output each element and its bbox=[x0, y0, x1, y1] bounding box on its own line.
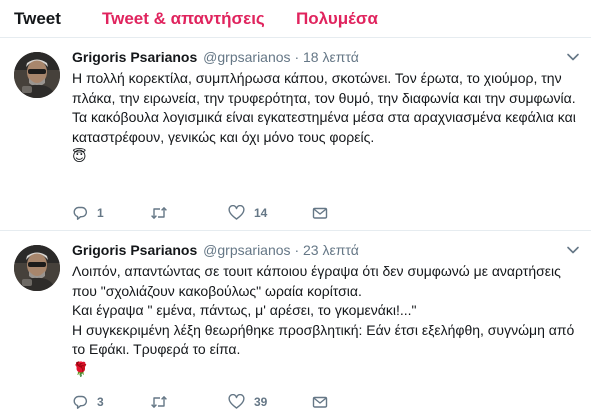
tab-tweets-and-replies[interactable]: Tweet & απαντήσεις bbox=[88, 9, 282, 29]
tweet-timestamp[interactable]: 18 λεπτά bbox=[303, 49, 359, 65]
tab-media[interactable]: Πολυμέσα bbox=[282, 9, 378, 29]
like-count: 39 bbox=[254, 395, 268, 409]
like-button[interactable]: 14 bbox=[228, 205, 312, 221]
smiling-face-with-halo-emoji: 😇 bbox=[72, 148, 87, 164]
tweet-paragraph: Λοιπόν, απαντώντας σε τουιτ κάποιου έγρα… bbox=[72, 263, 561, 299]
heart-icon bbox=[228, 394, 245, 409]
author-handle[interactable]: @grpsarianos bbox=[203, 49, 290, 65]
tweet-actions: 3 39 bbox=[72, 394, 390, 410]
avatar[interactable] bbox=[14, 52, 60, 98]
tweet-header: Grigoris Psarianos @grpsarianos · 18 λεπ… bbox=[72, 48, 580, 66]
tweet-paragraph: Η συγκεκριμένη λέξη θεωρήθηκε προσβλητικ… bbox=[72, 321, 575, 358]
reply-button[interactable]: 3 bbox=[72, 394, 150, 410]
avatar[interactable] bbox=[14, 245, 60, 291]
author-name[interactable]: Grigoris Psarianos bbox=[72, 49, 197, 65]
retweet-button[interactable] bbox=[150, 394, 228, 410]
tweet[interactable]: Grigoris Psarianos @grpsarianos · 18 λεπ… bbox=[0, 38, 591, 231]
direct-message-button[interactable] bbox=[312, 205, 390, 221]
retweet-icon bbox=[151, 396, 167, 408]
tweet-content: Grigoris Psarianos @grpsarianos · 18 λεπ… bbox=[72, 48, 580, 167]
heart-icon bbox=[228, 205, 245, 220]
envelope-icon bbox=[312, 396, 328, 408]
tweet-actions: 1 14 bbox=[72, 205, 390, 221]
tweet-paragraph: Τα κακόβουλα λογισμικά είναι εγκατεστημέ… bbox=[72, 109, 576, 145]
direct-message-button[interactable] bbox=[312, 394, 390, 410]
reply-button[interactable]: 1 bbox=[72, 205, 150, 221]
author-name[interactable]: Grigoris Psarianos bbox=[72, 242, 197, 258]
chevron-down-icon[interactable] bbox=[566, 50, 580, 64]
like-button[interactable]: 39 bbox=[228, 394, 312, 410]
retweet-button[interactable] bbox=[150, 205, 228, 221]
tweet-timestamp[interactable]: 23 λεπτά bbox=[303, 242, 359, 258]
tweet-paragraph: Και έγραψα " εμένα, πάντως, μ' αρέσει, τ… bbox=[72, 302, 417, 318]
reply-icon bbox=[73, 206, 88, 220]
profile-tabs: Tweet Tweet & απαντήσεις Πολυμέσα bbox=[0, 0, 591, 38]
retweet-icon bbox=[151, 207, 167, 219]
tweet[interactable]: Grigoris Psarianos @grpsarianos · 23 λεπ… bbox=[0, 231, 591, 419]
tab-tweets[interactable]: Tweet bbox=[0, 9, 88, 29]
avatar-image bbox=[14, 52, 60, 98]
separator-dot: · bbox=[294, 242, 300, 258]
tweet-paragraph: Η πολλή κορεκτίλα, συμπλήρωσα κάπου, σκο… bbox=[72, 70, 576, 106]
rose-emoji: 🌹 bbox=[72, 360, 90, 377]
avatar-image bbox=[14, 245, 60, 291]
tweet-header: Grigoris Psarianos @grpsarianos · 23 λεπ… bbox=[72, 241, 580, 259]
tweet-text: Η πολλή κορεκτίλα, συμπλήρωσα κάπου, σκο… bbox=[72, 69, 580, 167]
tweet-text: Λοιπόν, απαντώντας σε τουιτ κάποιου έγρα… bbox=[72, 262, 580, 379]
envelope-icon bbox=[312, 207, 328, 219]
tweet-content: Grigoris Psarianos @grpsarianos · 23 λεπ… bbox=[72, 241, 580, 379]
chevron-down-icon[interactable] bbox=[566, 243, 580, 257]
author-handle[interactable]: @grpsarianos bbox=[203, 242, 290, 258]
reply-count: 3 bbox=[97, 395, 104, 409]
separator-dot: · bbox=[294, 49, 300, 65]
reply-count: 1 bbox=[97, 206, 104, 220]
reply-icon bbox=[73, 395, 88, 409]
like-count: 14 bbox=[254, 206, 268, 220]
